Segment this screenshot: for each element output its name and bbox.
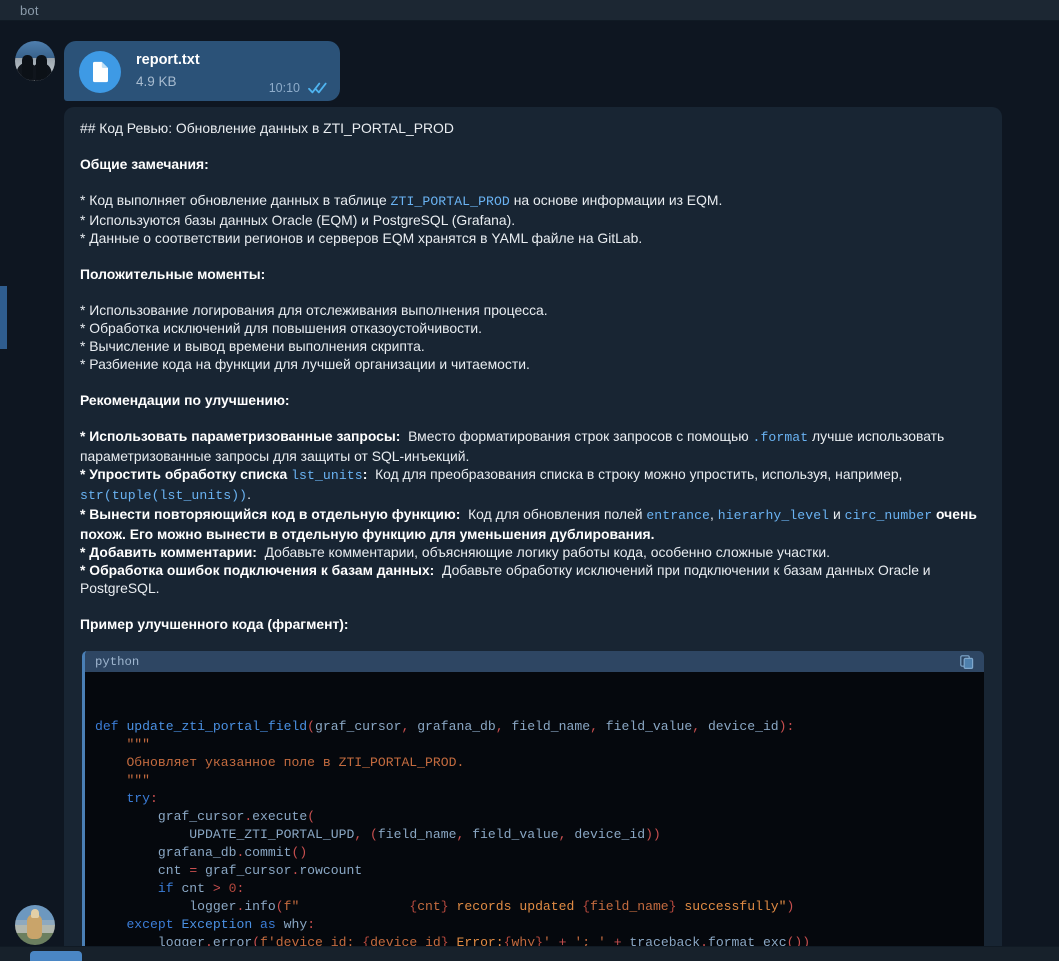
recommendation-1-title: * Использовать параметризованные запросы… xyxy=(80,428,401,444)
message-timestamp: 10:10 xyxy=(268,81,300,95)
code-line: Обновляет указанное поле в ZTI_PORTAL_PR… xyxy=(126,755,465,770)
chat-header: bot xyxy=(0,0,1059,21)
recommendation-3-sep-b: и xyxy=(833,506,841,522)
list-item: * Разбиение кода на функции для лучшей о… xyxy=(80,356,530,372)
list-item-recommendation-5: * Обработка ошибок подключения к базам д… xyxy=(80,561,986,597)
message-composer-bar[interactable] xyxy=(0,946,1059,961)
section-heading-example: Пример улучшенного кода (фрагмент): xyxy=(80,616,349,632)
code-content[interactable]: def update_zti_portal_field(graf_cursor,… xyxy=(85,672,984,961)
section-heading-positive: Положительные моменты: xyxy=(80,266,266,282)
list-item-text-pre: * Код выполняет обновление данных в табл… xyxy=(80,192,391,208)
list-item-recommendation-2: * Упростить обработку списка lst_units: … xyxy=(80,465,986,505)
recommendation-1-text-a: Вместо форматирования строк запросов с п… xyxy=(408,428,749,444)
recommendation-4-title: * Добавить комментарии: xyxy=(80,544,257,560)
recommendations-list: * Использовать параметризованные запросы… xyxy=(80,427,986,597)
inline-code: str(tuple(lst_units)) xyxy=(80,488,248,503)
chat-scrollbar-track[interactable] xyxy=(0,21,7,961)
message-list: report.txt 4.9 KB 10:10 ## Код Ревью: Об… xyxy=(7,21,1059,961)
code-line: except Exception as why: xyxy=(126,917,316,932)
code-line: UPDATE_ZTI_PORTAL_UPD, (field_name, fiel… xyxy=(189,827,661,842)
inline-code: ZTI_PORTAL_PROD xyxy=(390,194,510,209)
list-item: * Данные о соответствии регионов и серве… xyxy=(80,230,643,246)
list-item-recommendation-3: * Вынести повторяющийся код в отдельную … xyxy=(80,505,986,543)
list-item-recommendation-1: * Использовать параметризованные запросы… xyxy=(80,427,986,465)
list-item: * Используются базы данных Oracle (EQM) … xyxy=(80,212,516,228)
chat-scrollbar-thumb[interactable] xyxy=(0,286,7,349)
code-line: cnt = graf_cursor.rowcount xyxy=(157,863,363,878)
recommendation-2-colon: : xyxy=(362,466,368,482)
recommendation-3-sep-a: , xyxy=(710,506,714,522)
section-heading-general: Общие замечания: xyxy=(80,156,209,172)
list-item: * Обработка исключений для повышения отк… xyxy=(80,320,483,336)
list-item-recommendation-4: * Добавить комментарии: Добавьте коммент… xyxy=(80,543,986,561)
recommendation-5-title: * Обработка ошибок подключения к базам д… xyxy=(80,562,435,578)
inline-code: circ_number xyxy=(844,508,933,523)
avatar-image xyxy=(15,41,55,81)
text-message-bubble: ## Код Ревью: Обновление данных в ZTI_PO… xyxy=(64,107,1002,961)
code-line: if cnt > 0: xyxy=(157,881,245,896)
recommendation-2-title: * Упростить обработку списка xyxy=(80,466,288,482)
list-item: * Вычисление и вывод времени выполнения … xyxy=(80,338,425,354)
code-block-header: python xyxy=(85,651,984,672)
double-check-icon xyxy=(308,81,328,95)
list-item: * Код выполняет обновление данных в табл… xyxy=(80,191,986,211)
list-item-text-post: на основе информации из EQM. xyxy=(509,192,723,208)
code-line: def update_zti_portal_field(graf_cursor,… xyxy=(95,719,795,734)
avatar[interactable] xyxy=(15,905,55,945)
inline-code: entrance xyxy=(646,508,711,523)
review-title: ## Код Ревью: Обновление данных в ZTI_PO… xyxy=(80,120,454,136)
file-document-icon[interactable] xyxy=(79,51,121,93)
composer-attachment-chip[interactable] xyxy=(30,951,82,961)
inline-code: hierarhy_level xyxy=(717,508,830,523)
code-block: python def update_zti_portal_field(graf_… xyxy=(82,651,984,961)
recommendation-3-title: * Вынести повторяющийся код в отдельную … xyxy=(80,506,461,522)
code-line: """ xyxy=(126,773,151,788)
file-name-label: report.txt xyxy=(136,52,200,68)
recommendation-2-text-b: . xyxy=(247,486,251,502)
inline-code: lst_units xyxy=(291,468,363,483)
avatar-image xyxy=(15,905,55,945)
recommendation-4-text: Добавьте комментарии, объясняющие логику… xyxy=(264,544,830,560)
code-line: graf_cursor.execute( xyxy=(157,809,316,824)
section-heading-recommendations: Рекомендации по улучшению: xyxy=(80,392,290,408)
code-line: try: xyxy=(126,791,158,806)
chat-title: bot xyxy=(20,3,39,18)
avatar[interactable] xyxy=(15,41,55,81)
file-size-label: 4.9 KB xyxy=(136,74,177,89)
general-points-list: * Код выполняет обновление данных в табл… xyxy=(80,191,986,247)
copy-icon[interactable] xyxy=(960,655,974,670)
recommendation-3-text-a: Код для обновления полей xyxy=(468,506,643,522)
code-line: """ xyxy=(126,737,151,752)
inline-code: .format xyxy=(752,430,809,445)
positive-points-list: * Использование логирования для отслежив… xyxy=(80,301,986,373)
code-line: logger.info(f" {cnt} records updated {fi… xyxy=(189,899,795,914)
recommendation-2-text-a: Код для преобразования списка в строку м… xyxy=(375,466,903,482)
telegram-chat-window: bot report.txt 4.9 KB 10:10 ## Код Ревью… xyxy=(0,0,1059,961)
file-message-bubble[interactable]: report.txt 4.9 KB 10:10 xyxy=(64,41,340,101)
code-language-label: python xyxy=(95,655,140,669)
code-line: grafana_db.commit() xyxy=(157,845,308,860)
list-item: * Использование логирования для отслежив… xyxy=(80,302,548,318)
